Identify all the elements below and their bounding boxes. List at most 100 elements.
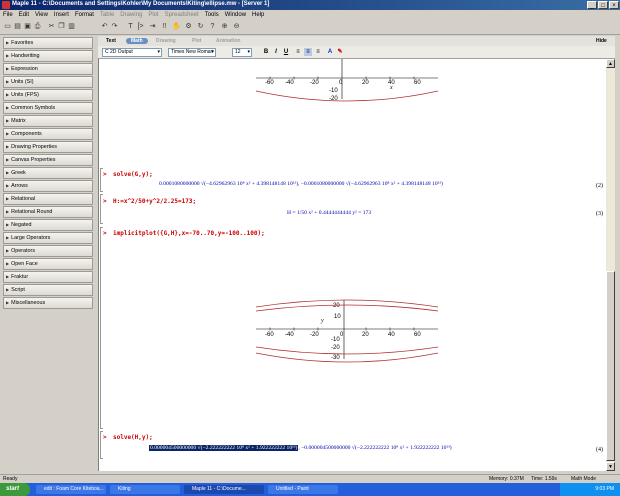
plot-2[interactable]: 20 10 y -10 -20 -30 -60 -40 -20 0 20 40 … [99,297,607,377]
palette-operators[interactable]: ▶ Operators [3,245,93,257]
task-edit-foam-core[interactable]: edit : Foam Core Kiteboa... [36,485,106,494]
minimize-button[interactable]: _ [587,1,597,9]
tab-animation[interactable]: Animation [216,38,240,44]
palette-arrows[interactable]: ▶ Arrows [3,180,93,192]
palette-relational-round[interactable]: ▶ Relational Round [3,206,93,218]
scroll-up-arrow[interactable]: ▲ [606,59,615,68]
underline-icon[interactable]: U [282,48,290,56]
indent-icon[interactable]: ⇥ [148,23,157,31]
open-folder-icon[interactable]: ▤ [13,23,22,31]
copy-icon[interactable]: ❐ [57,23,66,31]
align-left-icon[interactable]: ≡ [294,48,302,56]
command-implicitplot[interactable]: implicitplot({G,H},x=-70..70,y=-100..100… [113,230,265,237]
debug-icon[interactable]: ⚙ [184,23,193,31]
menu-spreadsheet[interactable]: Spreadsheet [162,10,202,20]
undo-icon[interactable]: ↶ [100,23,109,31]
windows-taskbar: start edit : Foam Core Kiteboa... Kiting… [0,483,620,496]
plot-1[interactable]: -60 -40 -20 0 20 40 60 x -10 -20 [99,59,607,119]
menu-window[interactable]: Window [222,10,249,20]
close-button[interactable]: × [609,1,619,9]
align-center-icon[interactable]: ≡ [304,48,312,56]
palette-relational[interactable]: ▶ Relational [3,193,93,205]
menu-file[interactable]: File [0,10,16,20]
palette-expression[interactable]: ▶ Expression [3,63,93,75]
palette-label: Units (FPS) [11,92,39,98]
text-mode-icon[interactable]: T [126,23,135,31]
palette-fraktur[interactable]: ▶ Fraktur [3,271,93,283]
selected-output[interactable]: 0.000004500000000 √(−2.222222222 10⁸ x² … [149,445,299,451]
menu-plot[interactable]: Plot [145,10,161,20]
hide-button[interactable]: Hide [596,38,607,44]
start-button[interactable]: start [0,483,30,496]
command-define-h[interactable]: H:=x^2/50+y^2/2.25=173; [113,198,196,205]
highlight-color-icon[interactable]: ✎ [336,48,344,56]
menu-drawing[interactable]: Drawing [117,10,145,20]
tab-drawing[interactable]: Drawing [156,38,176,44]
paste-icon[interactable]: ▥ [67,23,76,31]
palette-open-face[interactable]: ▶ Open Face [3,258,93,270]
tab-math[interactable]: Math [126,38,148,44]
expand-arrow-icon: ▶ [6,300,10,305]
title-bar[interactable]: Maple 11 - C:\Documents and Settings\Koh… [0,0,620,10]
palette-negated[interactable]: ▶ Negated [3,219,93,231]
restart-icon[interactable]: ↻ [196,23,205,31]
italic-icon[interactable]: I [272,48,280,56]
palette-label: Arrows [11,183,28,189]
palette-matrix[interactable]: ▶ Matrix [3,115,93,127]
execute-group-icon[interactable]: [> [136,23,145,31]
execute-all-icon[interactable]: ‼ [160,23,169,31]
palette-drawing-properties[interactable]: ▶ Drawing Properties [3,141,93,153]
task-paint[interactable]: Untitled - Paint [268,485,338,494]
font-size-dropdown[interactable]: 12 [232,48,252,57]
font-dropdown[interactable]: Times New Roman [168,48,216,57]
menu-tools[interactable]: Tools [202,10,222,20]
status-ready: Ready [3,476,18,482]
palette-components[interactable]: ▶ Components [3,128,93,140]
zoom-icon[interactable]: ⊕ [220,23,229,31]
plot1-xtick-4: 20 [362,80,369,86]
palette-script[interactable]: ▶ Script [3,284,93,296]
menu-table[interactable]: Table [97,10,117,20]
print-icon[interactable]: ⎙ [33,23,42,31]
help-icon[interactable]: ? [208,23,217,31]
scroll-down-arrow[interactable]: ▼ [606,462,615,471]
align-right-icon[interactable]: ≡ [314,48,322,56]
menu-format[interactable]: Format [72,10,97,20]
menu-help[interactable]: Help [249,10,267,20]
style-dropdown[interactable]: C 2D Output [102,48,162,57]
text-color-icon[interactable]: A [326,48,334,56]
palette-label: Units (SI) [11,79,34,85]
save-icon[interactable]: ▣ [23,23,32,31]
palette-large-operators[interactable]: ▶ Large Operators [3,232,93,244]
vertical-scrollbar[interactable]: ▲ ▼ [606,59,615,471]
palette-favorites[interactable]: ▶ Favorites [3,37,93,49]
zoom-out-icon[interactable]: ⊖ [232,23,241,31]
input-prompt: > [103,198,107,205]
palette-units-fps[interactable]: ▶ Units (FPS) [3,89,93,101]
palette-canvas-properties[interactable]: ▶ Canvas Properties [3,154,93,166]
palette-miscellaneous[interactable]: ▶ Miscellaneous [3,297,93,309]
palette-units-si[interactable]: ▶ Units (SI) [3,76,93,88]
palette-greek[interactable]: ▶ Greek [3,167,93,179]
tab-text[interactable]: Text [106,38,116,44]
stop-icon[interactable]: ✋ [172,23,181,31]
redo-icon[interactable]: ↷ [110,23,119,31]
bold-icon[interactable]: B [262,48,270,56]
scroll-thumb[interactable] [606,271,615,461]
command-solve-h[interactable]: solve(H,y); [113,434,153,441]
output-solve-h[interactable]: 0.000004500000000 √(−2.222222222 10⁸ x² … [149,445,452,451]
cut-icon[interactable]: ✂ [47,23,56,31]
worksheet[interactable]: -60 -40 -20 0 20 40 60 x -10 -20 > solve… [98,59,607,471]
menu-edit[interactable]: Edit [16,10,32,20]
new-file-icon[interactable]: ▭ [3,23,12,31]
palette-handwriting[interactable]: ▶ Handwriting [3,50,93,62]
command-solve-g[interactable]: solve(G,y); [113,171,153,178]
task-maple[interactable]: Maple 11 - C:\Docume... [184,485,264,494]
palette-common-symbols[interactable]: ▶ Common Symbols [3,102,93,114]
plot2-xtick-3: -20 [310,332,319,338]
maximize-button[interactable]: □ [598,1,608,9]
menu-view[interactable]: View [32,10,51,20]
task-kiting[interactable]: Kiting [110,485,180,494]
tab-plot[interactable]: Plot [192,38,201,44]
menu-insert[interactable]: Insert [51,10,72,20]
